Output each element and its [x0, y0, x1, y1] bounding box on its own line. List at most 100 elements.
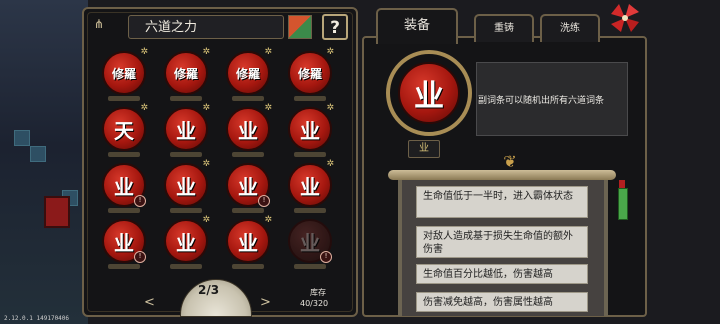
- star-icon: ✲: [202, 103, 210, 113]
- power-glyph: 业: [176, 118, 196, 143]
- power-glyph: 天: [114, 118, 134, 143]
- icon-pedestal: [108, 96, 140, 101]
- description-text: 副词条可以随机出所有六道词条: [478, 96, 605, 106]
- version-text: 2.12.0.1 149170406: [4, 315, 70, 322]
- star-icon: ✲: [264, 215, 272, 225]
- power-glyph: 业: [114, 174, 134, 199]
- star-icon: ✲: [202, 159, 210, 169]
- alert-badge-icon: !: [134, 251, 146, 263]
- pinwheel-close-icon[interactable]: [605, 0, 645, 40]
- power-icon-slot[interactable]: 修羅 ✲: [160, 47, 212, 101]
- alert-badge-icon: !: [320, 251, 332, 263]
- game-scene-background: [0, 0, 88, 324]
- tab-recast[interactable]: 重铸: [474, 14, 534, 42]
- tassel-knot-icon: [619, 180, 625, 188]
- icon-pedestal: [170, 96, 202, 101]
- star-icon: ✲: [140, 47, 148, 57]
- power-icon-slot[interactable]: 业 ✲: [284, 159, 336, 213]
- power-disc-icon: 修羅: [102, 51, 146, 95]
- power-glyph: 业: [238, 230, 258, 255]
- alert-badge-icon: !: [258, 195, 270, 207]
- power-icon-slot[interactable]: 业 ✲: [222, 103, 274, 157]
- icon-pedestal: [108, 208, 140, 213]
- scroll-ornament-icon: ❦: [503, 152, 517, 171]
- candelabra-icon: ⋔: [94, 17, 105, 31]
- six-paths-panel: ⋔ 六道之力 ? 修羅 ✲ 修羅 ✲ 修羅 ✲ 修羅 ✲ 天 ✲ 业 ✲ 业 ✲ 业 ✲ 业! 业 ✲ 业! 业 ✲ 业! 业…: [82, 7, 358, 317]
- power-disc-icon: 业: [164, 107, 208, 151]
- power-icon-slot[interactable]: 修羅 ✲: [98, 47, 150, 101]
- star-icon: ✲: [326, 47, 334, 57]
- help-button[interactable]: ?: [322, 14, 348, 40]
- icon-pedestal: [108, 264, 140, 269]
- power-glyph: 业: [176, 230, 196, 255]
- equipped-power-icon[interactable]: 业: [398, 62, 460, 124]
- power-disc-icon: 业: [226, 107, 270, 151]
- power-icon-slot[interactable]: 业 ✲: [160, 215, 212, 269]
- power-glyph: 修羅: [297, 66, 322, 81]
- power-icon-grid: 修羅 ✲ 修羅 ✲ 修羅 ✲ 修羅 ✲ 天 ✲ 业 ✲ 业 ✲ 业 ✲ 业! 业 ✲ 业! 业 ✲ 业! 业 ✲ 业 ✲ 业!: [98, 47, 346, 277]
- power-disc-icon: 业: [164, 219, 208, 263]
- affix-line: 伤害减免越高，伤害属性越高: [416, 292, 588, 312]
- power-disc-icon: 修羅: [164, 51, 208, 95]
- game-tile: [14, 130, 30, 146]
- stock-value: 40/320: [300, 299, 329, 308]
- tab-wash[interactable]: 洗练: [540, 14, 600, 42]
- power-disc-icon: 业: [164, 163, 208, 207]
- power-icon-slot[interactable]: 业 ✲: [284, 103, 336, 157]
- star-icon: ✲: [326, 103, 334, 113]
- power-glyph: 修羅: [235, 66, 260, 81]
- power-icon-slot[interactable]: 业 ✲: [222, 215, 274, 269]
- power-disc-icon: 天: [102, 107, 146, 151]
- power-glyph: 业: [300, 118, 320, 143]
- icon-pedestal: [232, 96, 264, 101]
- power-glyph: 业: [300, 174, 320, 199]
- power-icon-slot[interactable]: 修羅 ✲: [222, 47, 274, 101]
- power-icon-slot[interactable]: 业!: [284, 215, 336, 269]
- prev-page-button[interactable]: <: [144, 295, 155, 310]
- tassel-icon: [618, 188, 628, 220]
- power-disc-icon: 业: [288, 163, 332, 207]
- icon-pedestal: [294, 264, 326, 269]
- power-disc-icon: 业: [226, 219, 270, 263]
- affix-line: 生命值低于一半时，进入霸体状态: [416, 186, 588, 218]
- next-page-button[interactable]: >: [260, 295, 271, 310]
- star-icon: ✲: [264, 103, 272, 113]
- icon-pedestal: [170, 208, 202, 213]
- emblem-icon: 业: [408, 140, 440, 158]
- power-icon-slot[interactable]: 修羅 ✲: [284, 47, 336, 101]
- power-glyph: 业: [238, 118, 258, 143]
- icon-pedestal: [294, 96, 326, 101]
- power-glyph: 业: [238, 174, 258, 199]
- power-icon-slot[interactable]: 业 ✲: [160, 103, 212, 157]
- alert-badge-icon: !: [134, 195, 146, 207]
- power-glyph: 修羅: [173, 66, 198, 81]
- power-icon-slot[interactable]: 业!: [98, 215, 150, 269]
- tab-equip[interactable]: 装备: [376, 8, 458, 44]
- icon-pedestal: [232, 152, 264, 157]
- power-icon-slot[interactable]: 天 ✲: [98, 103, 150, 157]
- icon-pedestal: [232, 264, 264, 269]
- star-icon: ✲: [326, 159, 334, 169]
- icon-pedestal: [170, 152, 202, 157]
- star-icon: ✲: [140, 103, 148, 113]
- icon-pedestal: [108, 152, 140, 157]
- affix-line: 生命值百分比越低，伤害越高: [416, 264, 588, 284]
- power-glyph: 业: [300, 230, 320, 255]
- star-icon: ✲: [202, 47, 210, 57]
- star-icon: ✲: [264, 47, 272, 57]
- power-glyph: 业: [114, 230, 134, 255]
- game-banner: [44, 196, 70, 228]
- star-icon: ✲: [202, 215, 210, 225]
- page-indicator: 2/3: [198, 283, 220, 297]
- panel-title: 六道之力: [128, 15, 284, 39]
- power-icon-slot[interactable]: 业!: [222, 159, 274, 213]
- power-disc-icon: 修羅: [288, 51, 332, 95]
- filter-icon[interactable]: [288, 15, 312, 39]
- power-icon-slot[interactable]: 业 ✲: [160, 159, 212, 213]
- power-disc-icon: 修羅: [226, 51, 270, 95]
- power-icon-slot[interactable]: 业!: [98, 159, 150, 213]
- game-tile: [30, 146, 46, 162]
- power-glyph: 修羅: [111, 66, 136, 81]
- icon-pedestal: [294, 208, 326, 213]
- icon-pedestal: [294, 152, 326, 157]
